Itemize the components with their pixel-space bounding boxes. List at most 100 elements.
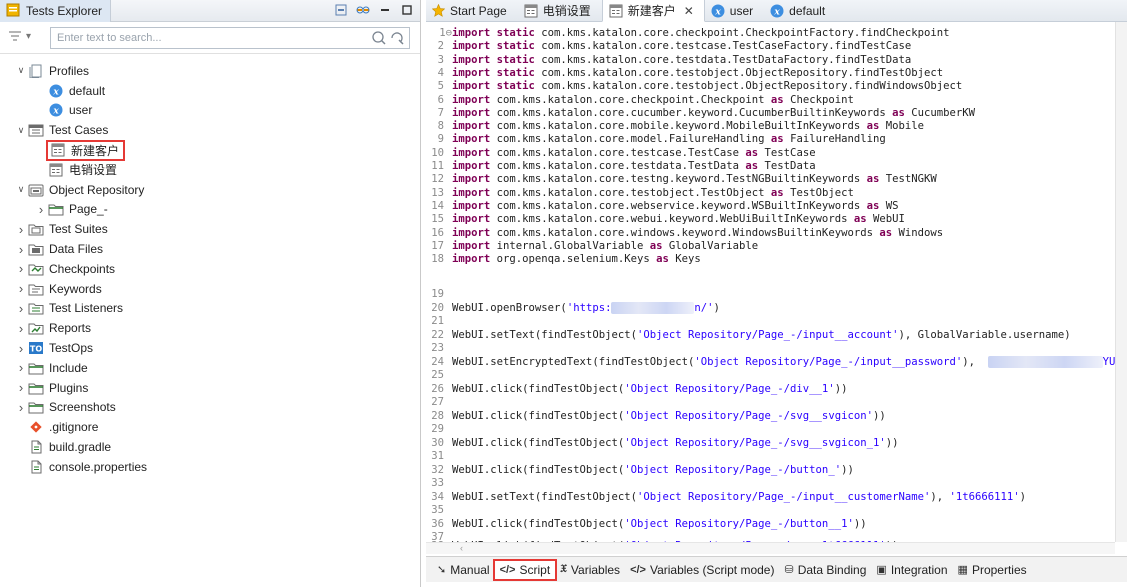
tree-item-body[interactable]: Object Repository (28, 182, 144, 198)
code-line[interactable]: 5 import static com.kms.katalon.core.test… (426, 80, 963, 93)
code-line[interactable]: 36 WebUI.click(findTestObject('Object Rep… (426, 518, 866, 531)
collapse-all-icon[interactable] (334, 3, 348, 17)
code-line[interactable]: 21 (426, 315, 452, 328)
code-line[interactable]: 8 import com.kms.katalon.core.mobile.keyw… (426, 120, 924, 133)
code-line[interactable]: 12 import com.kms.katalon.core.testng.key… (426, 173, 937, 186)
code-line[interactable]: 30 WebUI.click(findTestObject('Object Rep… (426, 437, 898, 450)
editor-tab-3[interactable]: x user (705, 0, 764, 21)
scroll-left-icon[interactable]: ‹ (460, 543, 463, 553)
tree-item-reports[interactable]: › Reports (14, 318, 414, 338)
close-tab-icon[interactable]: ✕ (684, 4, 694, 18)
editor-tab-2[interactable]: 新建客户 ✕ (601, 0, 705, 22)
code-line[interactable]: 33 (426, 477, 452, 490)
expand-arrow-icon[interactable]: ∨ (14, 65, 28, 76)
collapse-arrow-icon[interactable]: › (14, 261, 28, 276)
code-line[interactable]: 4 import static com.kms.katalon.core.test… (426, 67, 944, 80)
expand-arrow-icon[interactable]: ∨ (14, 125, 28, 136)
code-line[interactable]: 23 (426, 342, 452, 355)
code-line[interactable]: 3 import static com.kms.katalon.core.test… (426, 54, 912, 67)
tree-item-body[interactable]: Profiles (28, 63, 89, 79)
code-line[interactable]: 34 WebUI.setText(findTestObject('Object R… (426, 491, 1026, 504)
tree-item-body[interactable]: Data Files (28, 241, 103, 257)
tree-item-body[interactable]: x user (48, 102, 92, 118)
tree-item-body[interactable]: console.properties (28, 459, 147, 475)
editor-tab-1[interactable]: 电销设置 (518, 0, 602, 21)
tree-item-testcase-5[interactable]: 电销设置 (14, 160, 414, 180)
code-line[interactable]: 7 import com.kms.katalon.core.cucumber.ke… (426, 107, 975, 120)
tree-item-body[interactable]: Screenshots (28, 399, 116, 415)
tree-item-screenshots[interactable]: › Screenshots (14, 398, 414, 418)
code-line[interactable]: 22 WebUI.setText(findTestObject('Object R… (426, 329, 1070, 342)
maximize-icon[interactable] (400, 3, 414, 17)
search-icon[interactable] (371, 30, 387, 46)
code-line[interactable]: 13 import com.kms.katalon.core.testobject… (426, 187, 854, 200)
code-line[interactable]: 31 (426, 450, 452, 463)
editor-tab-4[interactable]: x default (764, 0, 836, 21)
tree-item-body[interactable]: Test Listeners (28, 300, 123, 316)
tree-item-body[interactable]: Include (28, 360, 88, 376)
tree-item-body[interactable]: Test Cases (28, 122, 108, 138)
mode-tab-variables-script-mode[interactable]: </> Variables (Script mode) (625, 561, 779, 579)
collapse-arrow-icon[interactable]: › (14, 360, 28, 375)
tree-item-test-cases[interactable]: ∨ Test Cases (14, 120, 414, 140)
mode-tab-data-binding[interactable]: ⛁ Data Binding (779, 561, 871, 579)
code-line[interactable]: 1⊖ import static com.kms.katalon.core.che… (426, 27, 949, 40)
code-line[interactable]: 27 (426, 396, 452, 409)
code-line[interactable]: 15 import com.kms.katalon.core.webui.keyw… (426, 213, 905, 226)
tree-item-testops[interactable]: › TO TestOps (14, 338, 414, 358)
filter-dropdown[interactable]: ▾ (8, 30, 31, 42)
tree-item-object-repository[interactable]: ∨ Object Repository (14, 180, 414, 200)
code-line[interactable]: 32 WebUI.click(findTestObject('Object Rep… (426, 464, 854, 477)
tree-item-plugins[interactable]: › Plugins (14, 378, 414, 398)
tree-item-body[interactable]: TO TestOps (28, 340, 93, 356)
code-line[interactable]: 29 (426, 423, 452, 436)
tree-item-body[interactable]: 新建客户 (45, 139, 126, 161)
code-line[interactable]: 17 import internal.GlobalVariable as Glob… (426, 240, 758, 253)
code-line[interactable]: 28 WebUI.click(findTestObject('Object Rep… (426, 410, 886, 423)
editor-tab-0[interactable]: Start Page (426, 0, 518, 21)
script-editor[interactable]: 1⊖ import static com.kms.katalon.core.che… (426, 22, 1115, 542)
code-line[interactable]: 16 import com.kms.katalon.core.windows.ke… (426, 227, 943, 240)
mode-tab-properties[interactable]: ▦ Properties (953, 561, 1032, 579)
tree-item-body[interactable]: Checkpoints (28, 261, 115, 277)
tree-item-test-listeners[interactable]: › Test Listeners (14, 299, 414, 319)
vertical-scrollbar[interactable] (1115, 22, 1127, 542)
collapse-arrow-icon[interactable]: › (14, 222, 28, 237)
code-line[interactable]: 9 import com.kms.katalon.core.model.Failu… (426, 133, 886, 146)
tree-item-default[interactable]: x default (14, 81, 414, 101)
minimize-icon[interactable] (378, 3, 392, 17)
code-line[interactable]: 20 WebUI.openBrowser('https://xxxxxxxxxxx… (426, 302, 720, 315)
advanced-search-icon[interactable] (389, 30, 405, 46)
tree-item-body[interactable]: .gitignore (28, 419, 98, 435)
tree-item-body[interactable]: x default (48, 83, 105, 99)
code-line[interactable]: 11 import com.kms.katalon.core.testdata.T… (426, 160, 815, 173)
mode-tab-integration[interactable]: ▣ Integration (871, 561, 952, 579)
tree-item-console-properties[interactable]: console.properties (14, 457, 414, 477)
tree-item-build-gradle[interactable]: build.gradle (14, 437, 414, 457)
tree-item-page[interactable]: › Page_- (14, 200, 414, 220)
search-input[interactable] (51, 28, 361, 48)
code-line[interactable]: 10 import com.kms.katalon.core.testcase.T… (426, 147, 815, 160)
tree-item-body[interactable]: Plugins (28, 380, 88, 396)
code-line[interactable]: 19 (426, 288, 452, 301)
collapse-arrow-icon[interactable]: › (14, 400, 28, 415)
tree-item-keywords[interactable]: › Keywords (14, 279, 414, 299)
tree-item-body[interactable]: 电销设置 (48, 161, 117, 178)
code-line[interactable]: 14 import com.kms.katalon.core.webservice… (426, 200, 898, 213)
code-line[interactable]: 18 import org.openqa.selenium.Keys as Key… (426, 253, 701, 266)
code-line[interactable]: 6 import com.kms.katalon.core.checkpoint.… (426, 94, 854, 107)
tree-item-body[interactable]: Keywords (28, 281, 102, 297)
tree-item-gitignore[interactable]: .gitignore (14, 417, 414, 437)
tree-item-body[interactable]: build.gradle (28, 439, 111, 455)
tree-item-test-suites[interactable]: › Test Suites (14, 219, 414, 239)
tree-item-profiles[interactable]: ∨ Profiles (14, 61, 414, 81)
tree-item-body[interactable]: Test Suites (28, 221, 108, 237)
code-line[interactable]: 2 import static com.kms.katalon.core.test… (426, 40, 912, 53)
link-editor-icon[interactable] (356, 3, 370, 17)
tree-item-include[interactable]: › Include (14, 358, 414, 378)
code-line[interactable]: 25 (426, 369, 452, 382)
collapse-arrow-icon[interactable]: › (14, 281, 28, 296)
tree-item-body[interactable]: Page_- (48, 201, 108, 217)
collapse-arrow-icon[interactable]: › (14, 380, 28, 395)
horizontal-scrollbar[interactable]: ‹ (426, 542, 1115, 554)
